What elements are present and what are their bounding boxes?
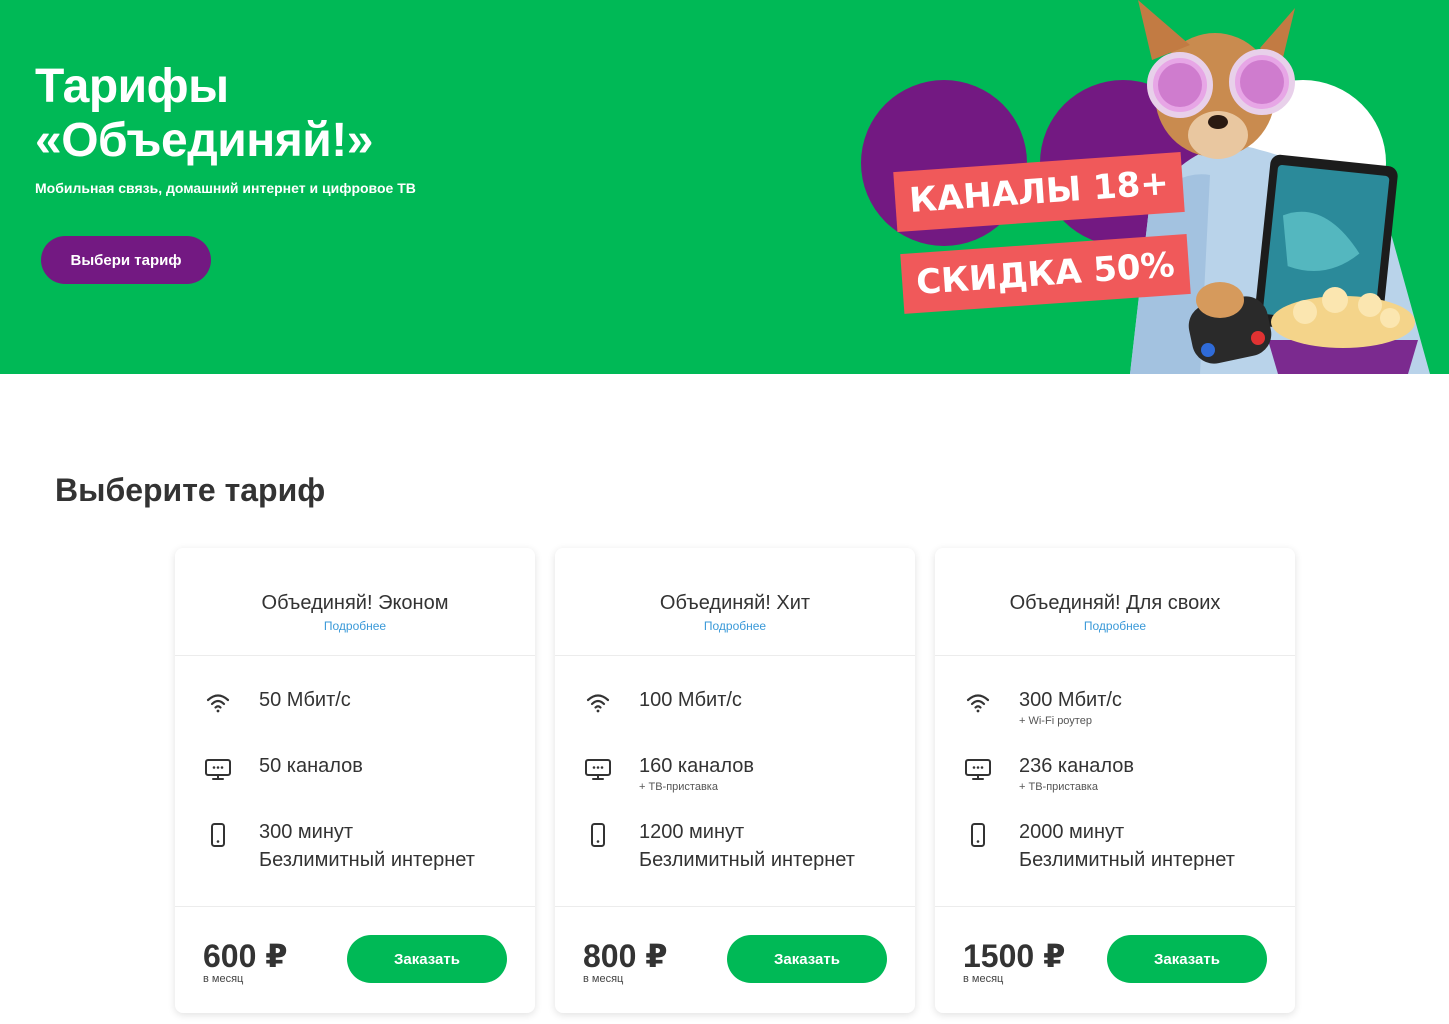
phone-icon — [211, 823, 225, 847]
mobile-minutes: 2000 минут — [1019, 821, 1125, 843]
wifi-icon — [586, 694, 610, 713]
tariff-card-econom: Объединяй! Эконом Подробнее 50 Мбит/с 50… — [175, 548, 535, 1013]
order-button[interactable]: Заказать — [727, 935, 887, 983]
price: 1500 ₽ — [963, 938, 1066, 974]
section-title: Выберите тариф — [55, 472, 326, 508]
phone-icon — [971, 823, 985, 847]
order-button[interactable]: Заказать — [347, 935, 507, 983]
hero-title-line1: Тарифы — [35, 60, 229, 113]
card-header: Объединяй! Эконом Подробнее — [175, 548, 535, 656]
card-footer: 600 ₽ в месяц Заказать — [175, 906, 535, 1013]
tariff-card-for-family: Объединяй! Для своих Подробнее 300 Мбит/… — [935, 548, 1295, 1013]
hero-subtitle: Мобильная связь, домашний интернет и циф… — [35, 180, 416, 196]
mobile-internet: Безлимитный интернет — [639, 849, 855, 871]
price: 600 ₽ — [203, 938, 288, 974]
details-link[interactable]: Подробнее — [324, 619, 386, 633]
tv-channels: 236 каналов — [1019, 755, 1135, 777]
mobile-internet: Безлимитный интернет — [259, 849, 475, 871]
tv-icon — [205, 759, 231, 780]
phone-icon — [591, 823, 605, 847]
details-link[interactable]: Подробнее — [704, 619, 766, 633]
hero-title-line2: «Объединяй!» — [35, 114, 373, 167]
tv-icon — [585, 759, 611, 780]
internet-speed: 100 Мбит/с — [639, 689, 742, 711]
internet-speed: 300 Мбит/с — [1019, 689, 1122, 711]
hero-title: Тарифы «Объединяй!» — [35, 60, 373, 168]
card-title: Объединяй! Для своих — [1009, 592, 1221, 614]
tv-icon — [965, 759, 991, 780]
details-link[interactable]: Подробнее — [1084, 619, 1146, 633]
card-header: Объединяй! Для своих Подробнее — [935, 548, 1295, 656]
wifi-icon — [966, 694, 990, 713]
tv-note: + ТВ-приставка — [1019, 781, 1098, 793]
internet-speed: 50 Мбит/с — [259, 689, 351, 711]
price-period: в месяц — [963, 973, 1004, 985]
tv-channels: 160 каналов — [639, 755, 755, 777]
card-footer: 1500 ₽ в месяц Заказать — [935, 906, 1295, 1013]
internet-note: + Wi-Fi роутер — [1019, 715, 1092, 727]
choose-tariff-button[interactable]: Выбери тариф — [41, 236, 211, 284]
mobile-minutes: 1200 минут — [639, 821, 745, 843]
price-period: в месяц — [203, 973, 244, 985]
tariff-card-hit: Объединяй! Хит Подробнее 100 Мбит/с 160 … — [555, 548, 915, 1013]
card-title: Объединяй! Эконом — [261, 592, 449, 614]
hero-banner: Тарифы «Объединяй!» Мобильная связь, дом… — [0, 0, 1449, 374]
price-period: в месяц — [583, 973, 624, 985]
mobile-minutes: 300 минут — [259, 821, 354, 843]
tv-channels: 50 каналов — [259, 755, 363, 777]
tv-note: + ТВ-приставка — [639, 781, 718, 793]
price: 800 ₽ — [583, 938, 668, 974]
card-header: Объединяй! Хит Подробнее — [555, 548, 915, 656]
mobile-internet: Безлимитный интернет — [1019, 849, 1235, 871]
card-title: Объединяй! Хит — [659, 592, 811, 614]
card-footer: 800 ₽ в месяц Заказать — [555, 906, 915, 1013]
wifi-icon — [206, 694, 230, 713]
order-button[interactable]: Заказать — [1107, 935, 1267, 983]
